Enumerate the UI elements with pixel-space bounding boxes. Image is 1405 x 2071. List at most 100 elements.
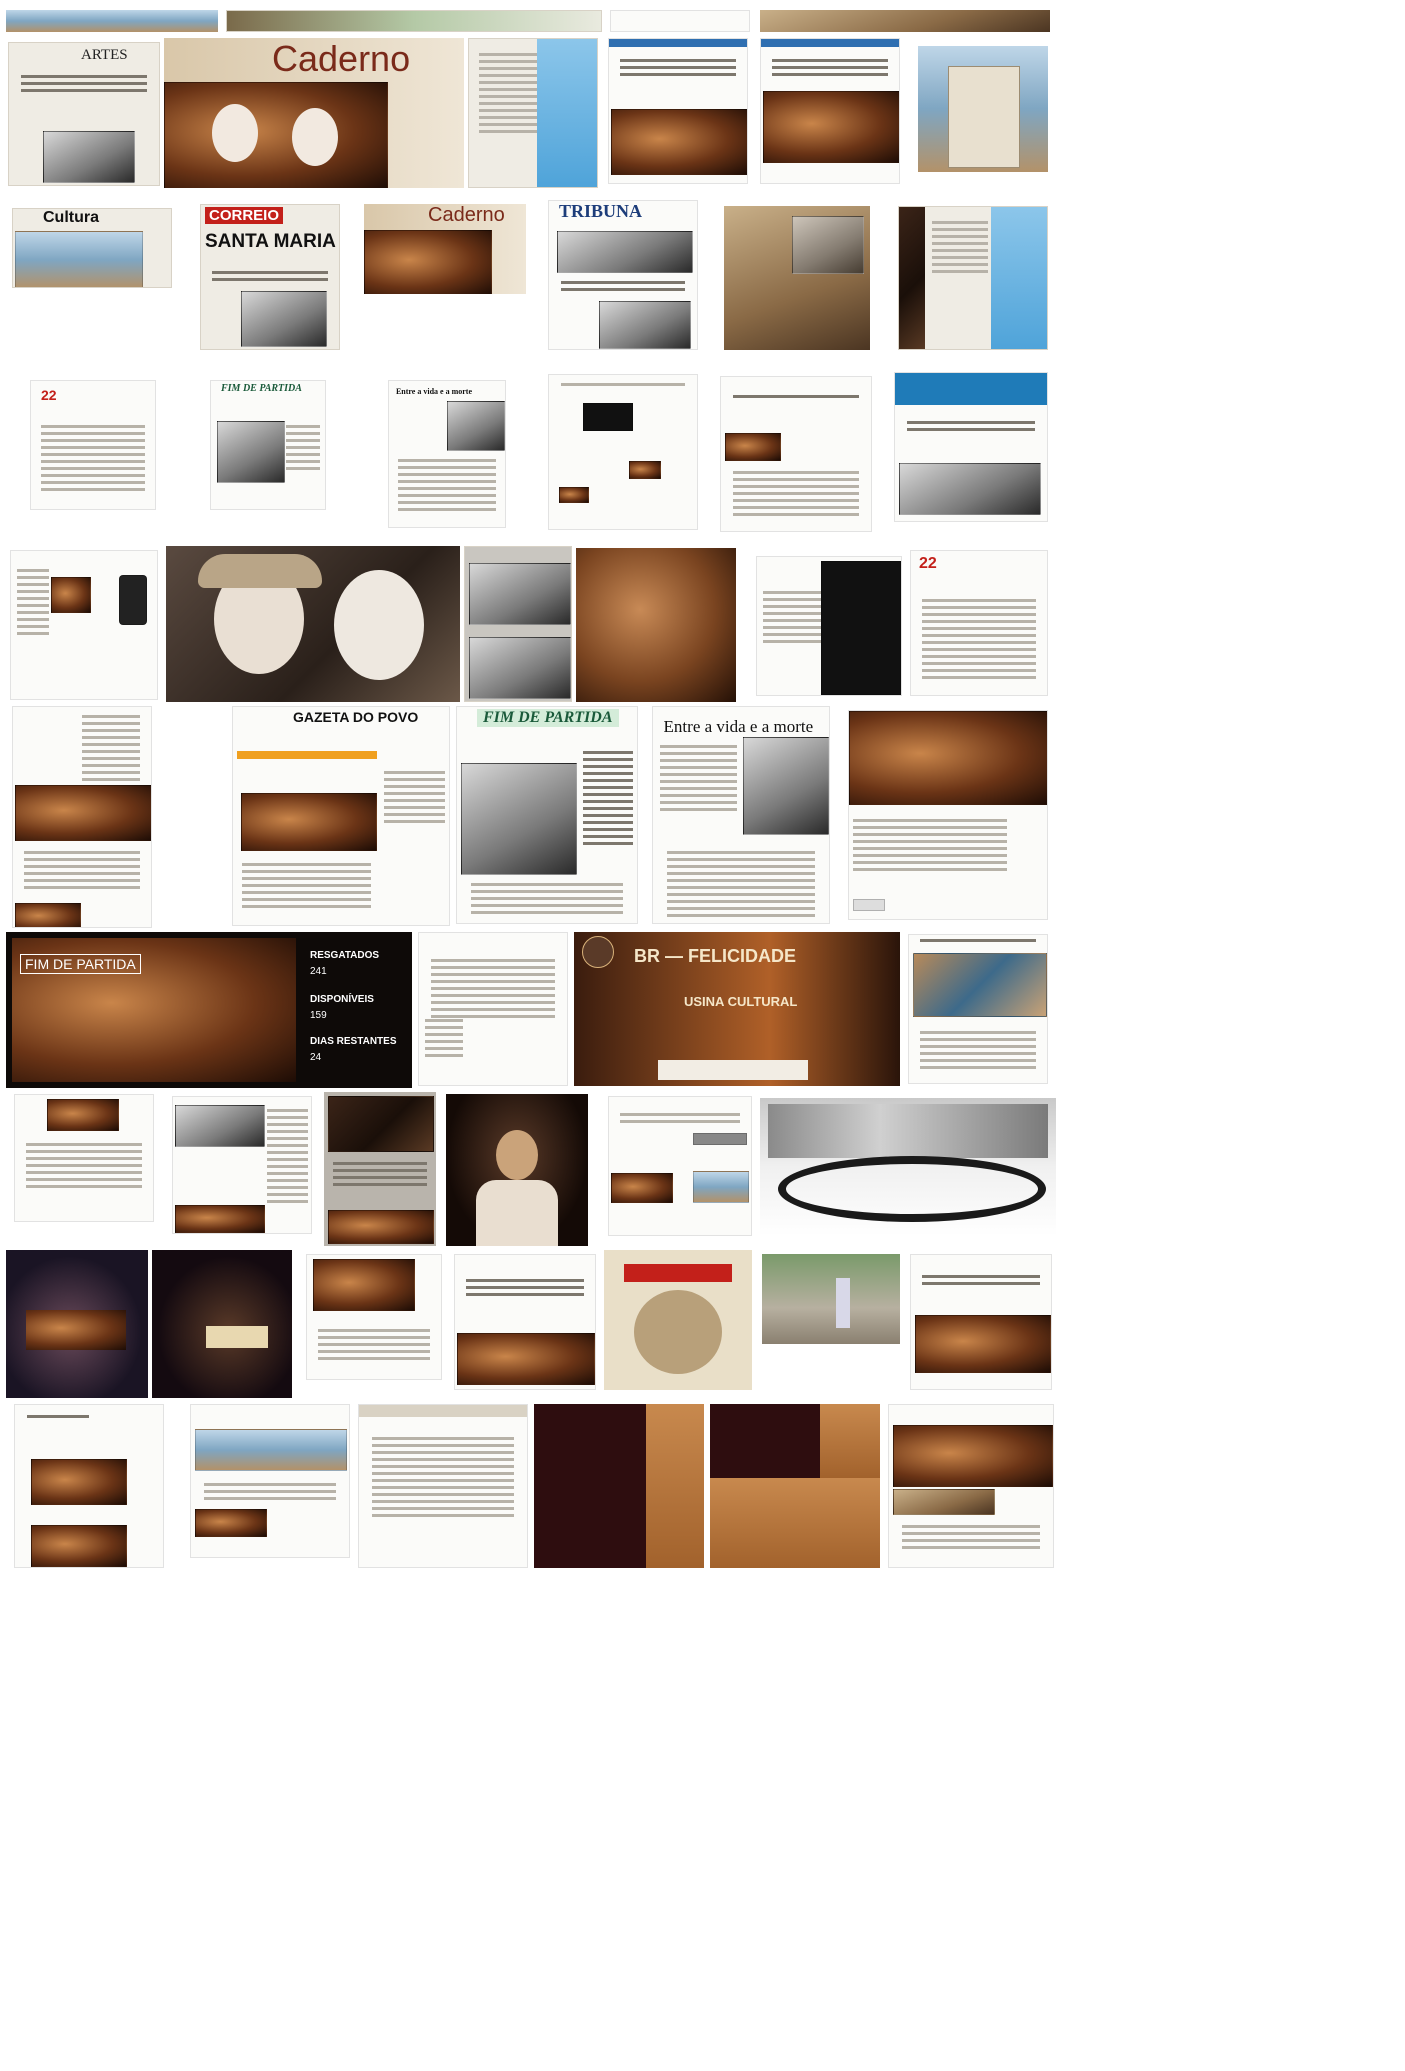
thumb-maroon-site-2[interactable]	[710, 1404, 880, 1568]
thumb-web-article-1[interactable]	[608, 38, 748, 184]
article-title	[920, 935, 1036, 946]
page-number-22-b: 22	[919, 555, 937, 572]
thumb-text-page-2[interactable]	[358, 1404, 528, 1568]
thumb-maroon-site-1[interactable]	[534, 1404, 704, 1568]
thumb-page-22-a[interactable]: 22	[30, 380, 156, 510]
thumb-text-page[interactable]	[418, 932, 568, 1086]
thumb-entre-vida-large[interactable]: Entre a vida e a morte	[652, 706, 830, 924]
thumb-outdoor-performance[interactable]	[762, 1254, 900, 1344]
article-photo	[15, 231, 143, 287]
thumb-web-article-2[interactable]	[760, 38, 900, 184]
thumb-top-strip-3[interactable]	[610, 10, 750, 32]
article-text	[430, 955, 556, 1022]
article-text	[317, 1325, 431, 1364]
thumb-article-dark-photo[interactable]	[12, 706, 152, 928]
clown-face-right	[292, 108, 338, 166]
article-text	[921, 595, 1037, 683]
thumb-article-with-photo[interactable]	[756, 556, 902, 696]
thumb-top-strip-4[interactable]	[760, 10, 1050, 32]
thumb-article-columns[interactable]	[172, 1096, 312, 1234]
thumb-article-small-photo[interactable]	[14, 1094, 154, 1222]
thumb-circle-ritual[interactable]	[760, 1098, 1056, 1236]
thumb-article-crowd[interactable]	[908, 934, 1048, 1084]
thumb-website-cinema[interactable]	[14, 1404, 164, 1568]
masthead-santa-maria: SANTA MARIA	[205, 231, 336, 252]
thumb-fim-de-partida-small[interactable]: FIM DE PARTIDA	[210, 380, 326, 510]
thumb-page-22-b[interactable]: 22	[910, 550, 1048, 696]
thumb-sepia-clipping[interactable]	[724, 206, 870, 350]
thumb-br-felicidade-poster[interactable]: BR — FELICIDADE USINA CULTURAL	[574, 932, 900, 1086]
thumb-artes-clipping[interactable]: ARTES	[8, 42, 160, 186]
thumb-website-video[interactable]	[548, 374, 698, 530]
thumb-fim-de-partida-large[interactable]: FIM DE PARTIDA	[456, 706, 638, 924]
article-text	[26, 1139, 142, 1192]
poster-venue: USINA CULTURAL	[684, 994, 798, 1009]
thumb-correio-santa-maria[interactable]: CORREIO SANTA MARIA	[200, 204, 340, 350]
thumb-stage-dark-2[interactable]	[152, 1250, 292, 1398]
thumb-performance-article[interactable]	[848, 710, 1048, 920]
thumb-website-mobile[interactable]	[10, 550, 158, 700]
thumb-entre-vida-small[interactable]: Entre a vida e a morte	[388, 380, 506, 528]
thumb-gazeta-do-povo[interactable]: GAZETA DO POVO	[232, 706, 450, 926]
sidebar-text	[16, 565, 49, 639]
thumb-cultura-clipping[interactable]: Cultura	[12, 208, 172, 288]
headline-entre-vida-large: Entre a vida e a morte	[663, 717, 814, 736]
thumb-stage-dark-1[interactable]	[6, 1250, 148, 1398]
performer	[26, 1310, 126, 1350]
thumb-campaign-fim-de-partida[interactable]: FIM DE PARTIDA RESGATADOS 241 DISPONÍVEI…	[6, 932, 412, 1088]
thumb-vintage-poster[interactable]	[604, 1250, 752, 1390]
article-text-2	[667, 847, 815, 921]
article-photo	[763, 91, 899, 163]
thumb-caderno-cover[interactable]: Caderno	[164, 38, 464, 188]
thumb-top-strip-2[interactable]	[226, 10, 602, 32]
thumb-blue-page[interactable]	[898, 206, 1048, 350]
clowns-photo	[364, 230, 492, 294]
site-header-bar	[761, 39, 899, 47]
sidebar-text	[384, 767, 445, 827]
resgatados-label: RESGATADOS	[310, 950, 380, 961]
thumb-clowns-large[interactable]	[166, 546, 460, 702]
article-text	[332, 1158, 428, 1190]
thumb-web-article-7[interactable]	[910, 1254, 1052, 1390]
thumb-website-gallery[interactable]	[190, 1404, 350, 1558]
thumb-website-gallery-2[interactable]	[888, 1404, 1054, 1568]
masthead-cultura: Cultura	[43, 209, 99, 226]
thumb-newspaper-gray[interactable]	[464, 546, 572, 702]
thumb-website-article-3[interactable]	[720, 376, 872, 532]
article-photo	[893, 1425, 1053, 1487]
video-player	[583, 403, 633, 431]
thumb-actor-portrait[interactable]	[446, 1094, 588, 1246]
article-photo-2	[31, 1525, 127, 1567]
article-photo	[31, 1459, 127, 1505]
thumb-website-article-5[interactable]	[608, 1096, 752, 1236]
thumb-gray-newspaper[interactable]	[324, 1092, 436, 1246]
sponsor-strip	[658, 1060, 808, 1080]
thumb-article-warm-photo[interactable]	[306, 1254, 442, 1380]
resgatados-value: 241	[310, 966, 327, 977]
actor-costume	[476, 1180, 558, 1246]
thumb-caderno-small[interactable]: Caderno	[364, 204, 526, 294]
article-text	[660, 741, 738, 815]
thumb-web-article-6[interactable]	[454, 1254, 596, 1390]
article-photo	[447, 401, 505, 451]
article-photo	[328, 1096, 434, 1152]
article-photo	[743, 737, 829, 835]
disponiveis-label: DISPONÍVEIS	[310, 994, 374, 1005]
masthead-caderno-small: Caderno	[428, 204, 505, 226]
article-text	[902, 1521, 1040, 1553]
article-text	[920, 1027, 1036, 1073]
article-text	[620, 55, 736, 80]
article-text	[560, 277, 686, 295]
thumb-actor-seated[interactable]	[576, 548, 736, 702]
thumb-baroque-church[interactable]	[918, 46, 1048, 172]
article-photo	[195, 1429, 347, 1471]
thumb-top-strip-1[interactable]	[6, 10, 218, 32]
article-photo	[792, 216, 864, 274]
thumb-website-article-4[interactable]	[894, 372, 1048, 522]
article-text	[733, 467, 859, 520]
article-photo-2	[15, 903, 81, 927]
clown-face-left	[212, 104, 258, 162]
thumb-newspaper-column[interactable]	[468, 38, 598, 188]
article-photo	[899, 463, 1041, 515]
thumb-tribuna-clipping[interactable]: TRIBUNA	[548, 200, 698, 350]
